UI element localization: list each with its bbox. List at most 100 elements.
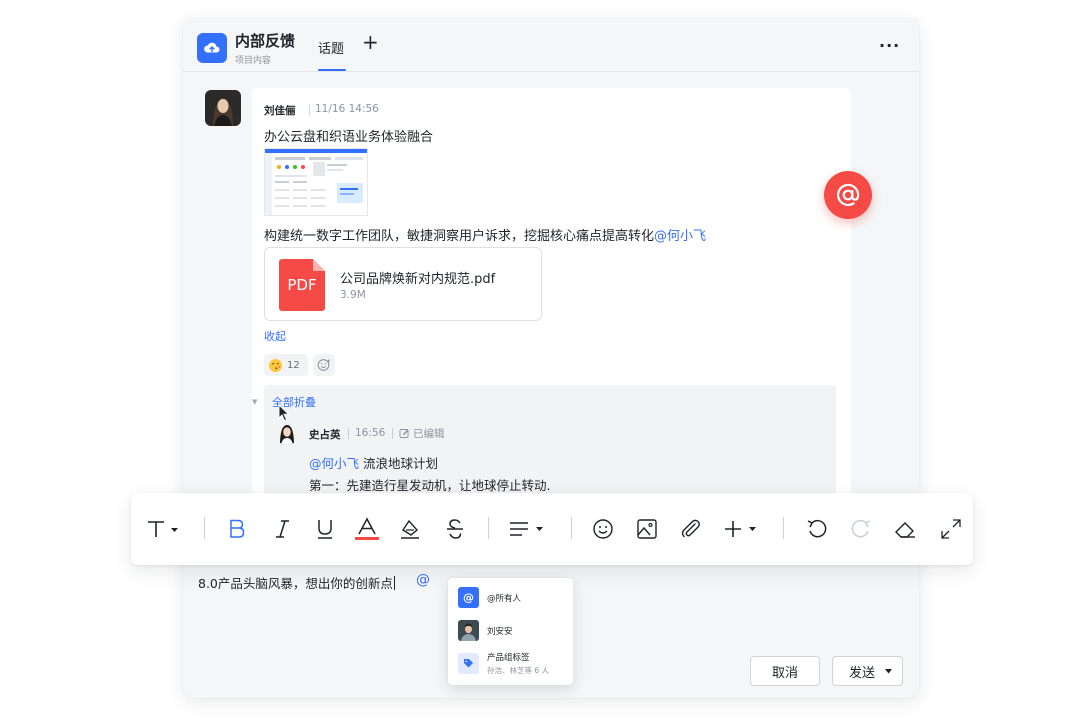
mention-suggestion-popup: @ @所有人 刘安安 产品组标签 孙浩、林芝等 6 人 [448,578,573,685]
bold-button[interactable] [223,511,251,547]
align-button[interactable] [505,511,549,547]
italic-button[interactable] [268,511,296,547]
message-body-text: 构建统一数字工作团队，敏捷洞察用户诉求，挖掘核心痛点提高转化 [264,229,655,244]
cloud-upload-icon [197,33,227,63]
toolbar-divider [783,517,784,539]
file-attachment[interactable]: PDF 公司品牌焕新对内规范.pdf 3.9M [264,247,542,321]
toolbar-divider [488,517,489,539]
undo-icon [807,519,827,538]
image-button[interactable] [633,511,661,547]
edited-indicator: 已编辑 [399,426,445,441]
mention-floating-button[interactable] [824,171,872,219]
app-subtitle: 项目内容 [235,56,272,66]
emoji-button[interactable] [589,511,617,547]
underline-button[interactable] [311,511,339,547]
emoji-icon [593,519,613,539]
mention-option-user[interactable]: 刘安安 [458,620,513,641]
tab-topic[interactable]: 话题 [318,38,344,57]
attachment-button[interactable] [676,511,704,547]
avatar [458,620,479,641]
add-tab-button[interactable]: + [362,32,379,52]
reply-time: 16:56 [355,427,386,439]
align-left-icon [510,522,543,536]
divider [309,104,310,115]
send-label: 发送 [849,665,876,681]
text-style-icon [148,521,178,537]
font-color-icon [355,517,379,540]
add-reaction-button[interactable] [313,354,335,376]
message-body: 构建统一数字工作团队，敏捷洞察用户诉求，挖掘核心痛点提高转化@何小飞 [264,225,706,244]
blowing-kiss-emoji-icon [268,358,283,372]
mention-option-label: 产品组标签 [487,653,530,663]
highlight-icon [401,519,419,539]
toolbar-divider [571,517,572,539]
more-options-button[interactable]: ··· [879,36,900,55]
pdf-file-icon: PDF [279,259,325,311]
paperclip-icon [681,519,700,538]
emoji-reaction[interactable]: 12 [264,354,308,376]
text-caret [393,576,395,590]
expand-button[interactable] [937,511,965,547]
reply-author[interactable]: 史占英 [309,427,341,442]
app-title: 内部反馈 [235,32,296,50]
collapse-link[interactable]: 收起 [264,328,286,344]
file-size: 3.9M [340,289,366,301]
reply-text: 流浪地球计划 [359,456,438,471]
mention-option-label: 刘安安 [487,626,513,637]
caret-down-icon[interactable] [885,668,893,674]
mention-link[interactable]: @何小飞 [654,229,706,244]
at-sign-icon [837,183,860,207]
reply-thread: 全部折叠 史占英 16:56 已编辑 @何小飞 流浪地球计划 第一：先建造行星发… [264,385,836,508]
screenshot-thumbnail[interactable] [264,148,368,216]
bold-icon [230,519,245,538]
edit-icon [399,429,409,438]
edited-label: 已编辑 [413,428,445,440]
message-panel: 刘佳俪 11/16 14:56 办公云盘和织语业务体验融合 构建统一数字工作团队… [252,88,851,508]
thread-collapse-caret-icon[interactable]: ▼ [252,398,257,406]
editor-text: 8.0产品头脑风暴，想出你的创新点 [198,576,393,591]
at-sign-icon: @ [458,587,479,608]
message-editor-input[interactable]: 8.0产品头脑风暴，想出你的创新点 [198,573,395,592]
mention-option-text: 产品组标签 孙浩、林芝等 6 人 [487,651,549,676]
reply-text-line: @何小飞 流浪地球计划 [309,453,438,472]
font-color-button[interactable] [353,511,381,547]
mention-option-all[interactable]: @ @所有人 [458,587,521,608]
send-button[interactable]: 发送 [832,656,903,686]
message-time: 11/16 14:56 [315,103,379,115]
mention-option-subtitle: 孙浩、林芝等 6 人 [487,666,550,675]
eraser-icon [895,522,915,538]
divider [392,428,393,439]
text-style-button[interactable] [143,511,183,547]
file-name: 公司品牌焕新对内规范.pdf [340,272,496,287]
reaction-count: 12 [287,359,300,371]
mention-link[interactable]: @何小飞 [309,456,359,471]
underline-icon [318,520,332,539]
clear-format-button[interactable] [891,511,919,547]
strikethrough-button[interactable] [441,511,469,547]
emoji-add-icon [317,359,330,371]
mention-option-group[interactable]: 产品组标签 孙浩、林芝等 6 人 [458,651,549,676]
expand-icon [941,519,961,539]
avatar[interactable] [205,90,241,126]
mention-trigger: @ [416,572,430,588]
redo-icon [851,519,871,538]
formatting-toolbar [131,493,973,565]
plus-icon [725,521,756,537]
tab-active-indicator [318,69,346,71]
strikethrough-icon [447,519,463,539]
reply-text-line: 第一：先建造行星发动机，让地球停止转动. [309,478,551,493]
mouse-pointer-icon [278,403,290,426]
toolbar-divider [204,517,205,539]
message-author[interactable]: 刘佳俪 [264,103,296,118]
image-icon [637,519,657,539]
redo-button[interactable] [847,511,875,547]
message-title: 办公云盘和织语业务体验融合 [264,130,434,145]
undo-button[interactable] [803,511,831,547]
card-header: 内部反馈 项目内容 话题 + ··· [183,18,919,72]
italic-icon [276,520,289,538]
cancel-button[interactable]: 取消 [750,656,820,686]
pdf-icon-label: PDF [287,276,317,294]
mention-option-label: @所有人 [487,593,522,604]
insert-button[interactable] [719,511,767,547]
highlight-button[interactable] [396,511,424,547]
